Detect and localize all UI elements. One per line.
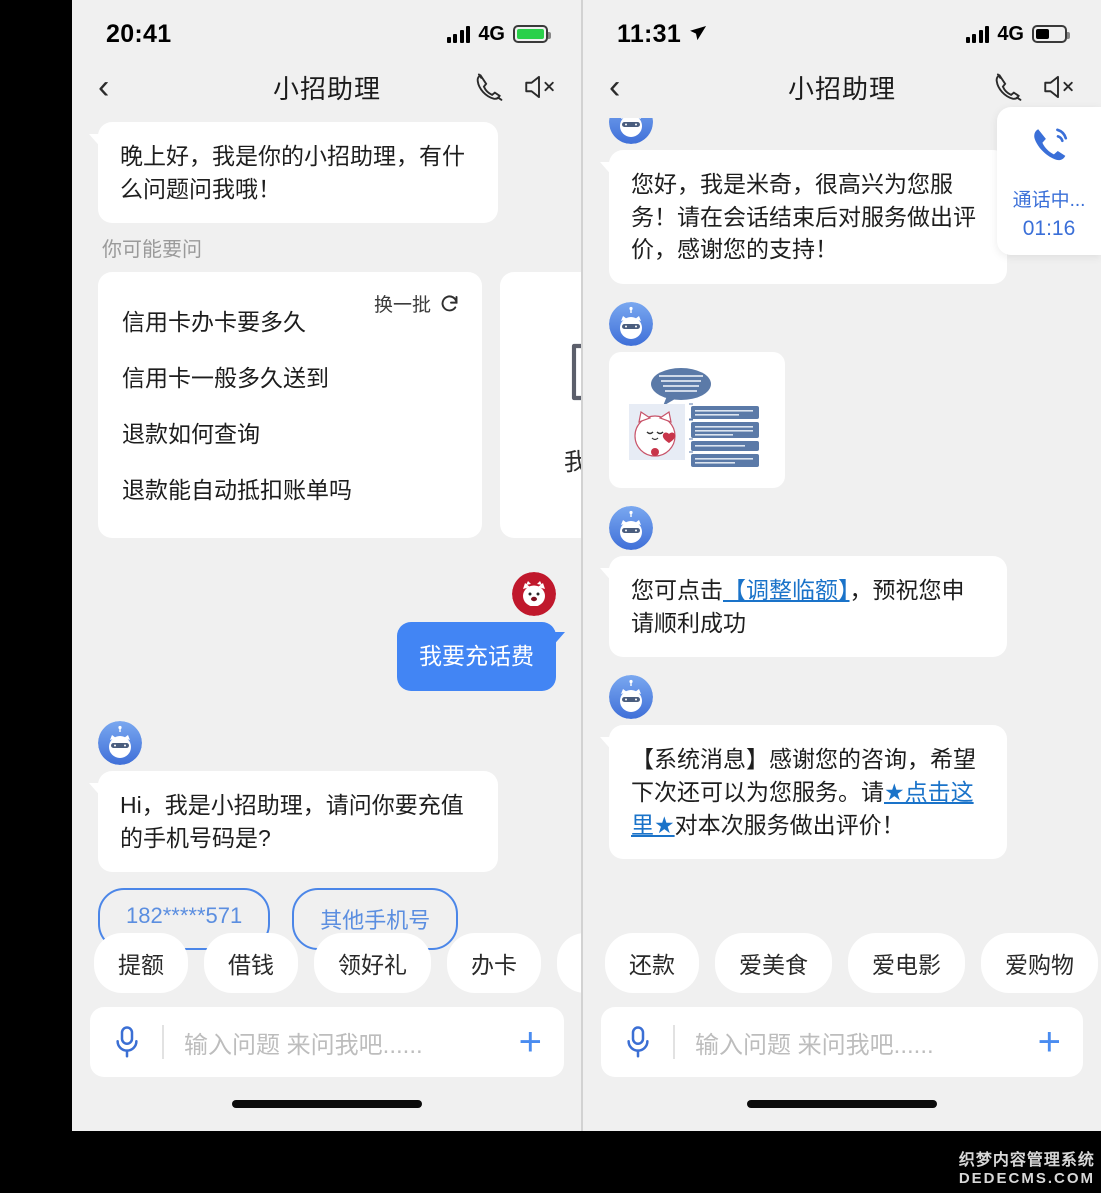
right-message-input-bar[interactable]: 输入问题 来问我吧...... + [601,1007,1083,1077]
left-status-time-group: 20:41 [106,20,171,49]
location-arrow-icon [688,20,707,49]
phone-ringing-icon [1025,122,1073,185]
message-row-promo-image [609,301,1075,488]
screenshot-stage: 20:41 4G ‹ 小招助理 晚上好，我是你的小招助理，有什么问题问我哦！ 你… [0,0,1101,1193]
bot-message-bubble: 您可点击【调整临额】，预祝您申请顺利成功 [600,555,1007,658]
phone-icon[interactable] [991,70,1025,104]
bot-message-bubble: 【系统消息】感谢您的咨询，希望下次还可以为您服务。请★点击这里★对本次服务做出评… [600,725,1007,860]
quick-chip[interactable]: 提额 [94,933,188,993]
message-input-placeholder[interactable]: 输入问题 来问我吧...... [695,1025,1038,1060]
watermark-cn: 织梦内容管理系统 [958,1152,1095,1169]
cat-robot-avatar [609,301,653,346]
signal-bars-icon [446,25,471,43]
right-bottom-area: 还款 爱美食 爱电影 爱购物 爱旅行 输入问题 来问我吧...... + [583,933,1101,1131]
home-indicator [747,1100,937,1108]
message-row-system-evaluate: 【系统消息】感谢您的咨询，希望下次还可以为您服务。请★点击这里★对本次服务做出评… [600,675,1075,860]
watermark: 织梦内容管理系统 DEDECMS.COM [959,1146,1095,1187]
promo-image [619,361,775,478]
left-chat-scroll[interactable]: 晚上好，我是你的小招助理，有什么问题问我哦！ 你可能要问 换一批 信用卡办卡要多… [72,118,582,951]
right-status-time-group: 11:31 [617,20,707,49]
message-row-bot-reply: Hi，我是小招助理，请问你要充值的手机号码是? 182*****571 其他手机… [89,720,556,951]
bot-message-bubble: 晚上好，我是你的小招助理，有什么问题问我哦！ [89,122,498,224]
message-prefix-text: 您可点击 [631,576,723,603]
home-indicator [232,1100,422,1108]
cat-robot-avatar [609,675,653,720]
right-status-bar: 11:31 4G [583,0,1101,56]
quick-action-card-caption: 我要查 [564,449,582,477]
refresh-icon [439,293,460,314]
call-timer: 01:16 [1022,216,1076,240]
status-time: 20:41 [106,19,172,48]
left-phone-panel: 20:41 4G ‹ 小招助理 晚上好，我是你的小招助理，有什么问题问我哦！ 你… [72,0,582,1131]
watermark-en: DEDECMS.COM [958,1170,1095,1187]
call-state-label: 通话中... [1012,189,1086,211]
status-time: 11:31 [617,19,682,48]
left-home-indicator-wrap [72,1077,582,1131]
back-button[interactable]: ‹ [609,70,649,104]
speaker-mute-icon[interactable] [522,70,556,104]
bot-message-bubble: 您好，我是米奇，很高兴为您服务！请在会话结束后对服务做出评价，感谢您的支持！ [600,150,1007,284]
user-message-bubble: 我要充话费 [397,622,565,691]
microphone-icon[interactable] [112,1025,142,1059]
coupon-yen-icon: ¥ [561,333,582,416]
input-divider [162,1025,164,1059]
microphone-icon[interactable] [623,1025,653,1059]
quick-action-card[interactable]: ¥ 我要查 [500,272,582,539]
left-message-input-bar[interactable]: 输入问题 来问我吧...... + [90,1007,564,1077]
quick-chip[interactable]: 爱美食 [715,933,832,993]
left-bottom-area: 提额 借钱 领好礼 办卡 查额度 输入问题 来问我吧...... + [72,933,582,1131]
quick-chip[interactable]: 办卡 [447,933,541,993]
left-status-bar: 20:41 4G [72,0,582,56]
cat-robot-avatar [609,505,653,550]
suggestions-label: 你可能要问 [102,239,202,262]
network-type-label: 4G [478,22,505,45]
quick-chip[interactable]: 领好礼 [314,933,431,993]
quick-chip[interactable]: 还款 [605,933,699,993]
left-nav-bar: ‹ 小招助理 [72,56,582,118]
refresh-label: 换一批 [373,295,431,317]
speaker-mute-icon[interactable] [1041,70,1075,104]
left-status-indicators: 4G [446,22,551,46]
message-row-limit-link: 您可点击【调整临额】，预祝您申请顺利成功 [600,505,1075,658]
plus-icon[interactable]: + [519,1022,542,1062]
suggestion-cards-row: 换一批 信用卡办卡要多久 信用卡一般多久送到 退款如何查询 退款能自动抵扣账单吗 [98,272,582,539]
signal-bars-icon [965,25,990,43]
battery-icon [513,25,551,43]
cat-robot-avatar [98,720,142,765]
message-row-greeting: 晚上好，我是你的小招助理，有什么问题问我哦！ [89,122,556,224]
refresh-suggestions-button[interactable]: 换一批 [374,290,460,317]
bot-message-bubble: Hi，我是小招助理，请问你要充值的手机号码是? [89,770,498,873]
battery-icon [1032,25,1070,43]
suggestion-item[interactable]: 退款能自动抵扣账单吗 [122,460,458,516]
right-quick-chip-bar[interactable]: 还款 爱美食 爱电影 爱购物 爱旅行 [583,933,1101,1007]
suggestion-card: 换一批 信用卡办卡要多久 信用卡一般多久送到 退款如何查询 退款能自动抵扣账单吗 [98,272,482,539]
suggestion-item[interactable]: 信用卡一般多久送到 [122,348,458,404]
right-home-indicator-wrap [583,1077,1101,1131]
plus-icon[interactable]: + [1038,1022,1061,1062]
input-divider [673,1025,675,1059]
quick-chip[interactable]: 爱购物 [981,933,1098,993]
message-suffix-text: 对本次服务做出评价！ [674,811,905,838]
panel-divider [581,0,583,1131]
message-input-placeholder[interactable]: 输入问题 来问我吧...... [184,1025,519,1060]
image-message-bubble[interactable] [609,351,785,488]
back-button[interactable]: ‹ [98,70,138,104]
quick-chip[interactable]: 爱电影 [848,933,965,993]
right-status-indicators: 4G [965,22,1070,46]
quick-chip[interactable]: 借钱 [204,933,298,993]
phone-icon[interactable] [472,70,506,104]
message-row-user: 我要充话费 [98,572,565,691]
right-phone-panel: 11:31 4G ‹ 小招助理 通话中... 01:16 您好，我是米奇，很高兴… [583,0,1101,1131]
left-nav-actions [472,70,556,104]
left-quick-chip-bar[interactable]: 提额 借钱 领好礼 办卡 查额度 [72,933,582,1007]
network-type-label: 4G [997,22,1024,45]
adjust-limit-link[interactable]: 【调整临额】 [723,577,850,603]
cat-red-avatar [512,572,556,617]
quick-chip[interactable]: 查额度 [557,933,582,993]
cat-robot-avatar [609,118,653,144]
suggestion-item[interactable]: 退款如何查询 [122,404,458,460]
active-call-widget[interactable]: 通话中... 01:16 [997,107,1101,255]
right-nav-actions [991,70,1075,104]
